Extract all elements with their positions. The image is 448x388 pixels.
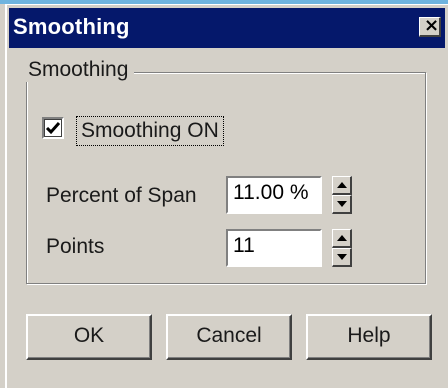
percent-spinner: [332, 176, 352, 214]
points-up-button[interactable]: [332, 229, 352, 248]
ok-button[interactable]: OK: [26, 314, 152, 360]
percent-up-button[interactable]: [332, 176, 352, 195]
points-down-button[interactable]: [332, 248, 352, 267]
help-button[interactable]: Help: [306, 314, 432, 360]
arrow-down-icon: [337, 254, 347, 260]
cancel-button[interactable]: Cancel: [166, 314, 292, 360]
dialog-title: Smoothing: [13, 14, 130, 39]
smoothing-on-label[interactable]: Smoothing ON: [76, 116, 224, 146]
arrow-down-icon: [337, 201, 347, 207]
close-icon: ×: [424, 15, 440, 36]
percent-of-span-label: Percent of Span: [46, 184, 197, 207]
checkmark-icon: [45, 122, 61, 135]
title-bar[interactable]: Smoothing ×: [9, 8, 445, 48]
points-input[interactable]: 11: [226, 229, 322, 267]
groupbox-label: Smoothing: [22, 58, 135, 82]
points-spinner: [332, 229, 352, 267]
smoothing-on-checkbox[interactable]: [42, 117, 64, 139]
arrow-up-icon: [337, 182, 347, 188]
close-button[interactable]: ×: [419, 15, 441, 37]
arrow-up-icon: [337, 235, 347, 241]
percent-of-span-input[interactable]: 11.00 %: [226, 176, 322, 214]
points-label: Points: [46, 235, 105, 258]
percent-down-button[interactable]: [332, 195, 352, 214]
